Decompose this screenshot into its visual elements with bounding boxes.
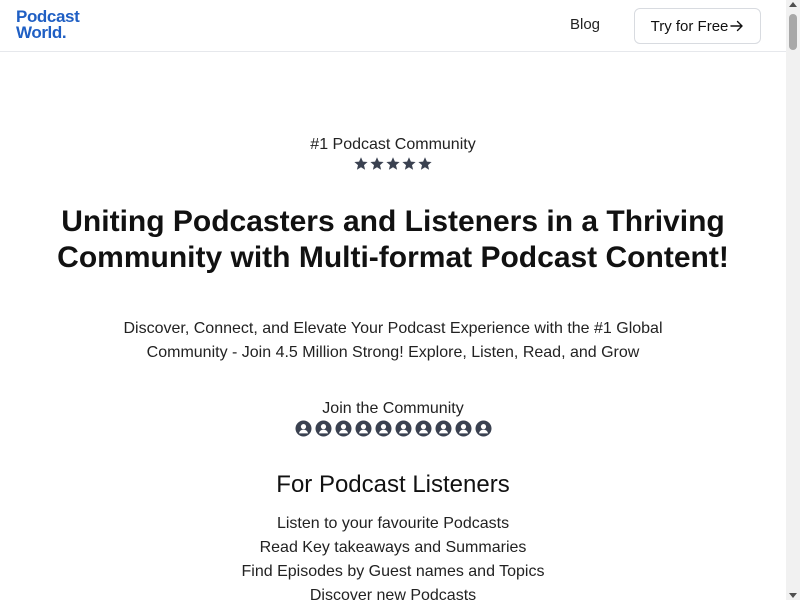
subtext-line-2: Community - Join 4.5 Million Strong! Exp…	[146, 344, 640, 361]
user-avatar-icon	[355, 420, 372, 437]
user-avatar-icon	[415, 420, 432, 437]
star-icon	[354, 157, 368, 170]
user-avatar-icon	[435, 420, 452, 437]
community-avatars	[295, 420, 495, 437]
hero-headline: Uniting Podcasters and Listeners in a Th…	[20, 204, 766, 276]
user-avatar-icon	[315, 420, 332, 437]
star-icon	[386, 157, 400, 170]
join-community-label: Join the Community	[322, 400, 464, 417]
user-avatar-icon	[295, 420, 312, 437]
site-header: Podcast World. Blog Try for Free	[0, 0, 786, 52]
user-avatar-icon	[395, 420, 412, 437]
user-avatar-icon	[335, 420, 352, 437]
scroll-up-arrow-icon[interactable]	[789, 2, 797, 7]
logo-line-2: World.	[16, 23, 96, 42]
user-avatar-icon	[455, 420, 472, 437]
user-avatar-icon	[475, 420, 492, 437]
arrow-right-icon	[730, 20, 744, 32]
community-badge: #1 Podcast Community	[310, 136, 476, 153]
headline-line-2: Community with Multi-format Podcast Cont…	[57, 241, 729, 274]
hero-subtext: Discover, Connect, and Elevate Your Podc…	[90, 317, 696, 365]
nav-link-blog[interactable]: Blog	[570, 16, 600, 33]
rating-stars	[353, 156, 433, 172]
page-scrollbar[interactable]	[786, 0, 800, 600]
listeners-section-title: For Podcast Listeners	[276, 471, 510, 498]
headline-line-1: Uniting Podcasters and Listeners in a Th…	[61, 205, 725, 238]
star-icon	[402, 157, 416, 170]
user-avatar-icon	[375, 420, 392, 437]
list-item: Discover new Podcasts	[309, 587, 477, 604]
star-icon	[418, 157, 432, 170]
logo-text-2: World.	[16, 23, 67, 42]
star-icon	[370, 157, 384, 170]
listener-features-list: Listen to your favourite Podcasts Read K…	[0, 512, 786, 608]
subtext-line-1: Discover, Connect, and Elevate Your Podc…	[123, 320, 663, 337]
logo[interactable]: Podcast World.	[16, 8, 96, 45]
try-for-free-label: Try for Free	[650, 17, 729, 35]
list-item: Read Key takeaways and Summaries	[259, 539, 527, 556]
list-item: Listen to your favourite Podcasts	[276, 515, 510, 532]
scrollbar-thumb[interactable]	[789, 14, 797, 50]
try-for-free-button[interactable]: Try for Free	[634, 8, 761, 44]
list-item: Find Episodes by Guest names and Topics	[241, 563, 545, 580]
scroll-down-arrow-icon[interactable]	[789, 593, 797, 598]
